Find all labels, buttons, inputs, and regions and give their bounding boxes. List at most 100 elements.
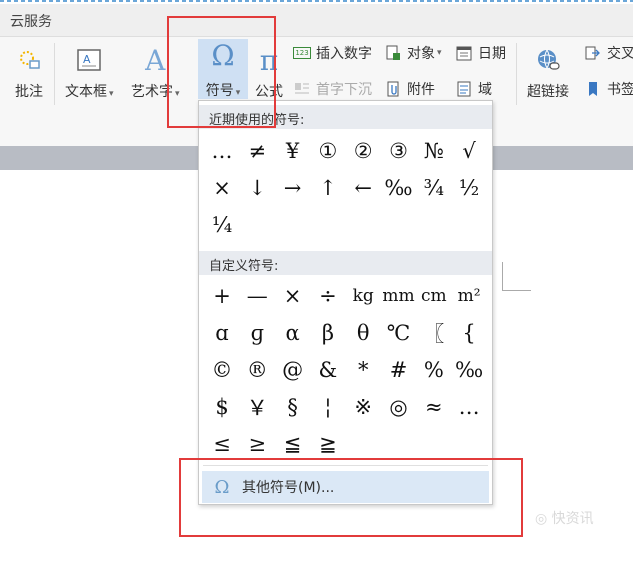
bookmark-button[interactable]: 书签 xyxy=(584,79,633,99)
symbol-cell[interactable]: @ xyxy=(276,353,310,387)
object-icon xyxy=(384,44,402,62)
symbol-cell[interactable]: α xyxy=(276,316,310,350)
symbol-cell[interactable]: → xyxy=(276,171,310,205)
comment-icon xyxy=(12,43,46,77)
symbol-cell[interactable]: ® xyxy=(240,353,274,387)
symbol-cell[interactable]: $ xyxy=(205,390,239,424)
symbol-cell[interactable]: ↓ xyxy=(240,171,274,205)
separator xyxy=(54,43,55,105)
symbol-cell[interactable]: ≠ xyxy=(240,134,274,168)
symbol-cell[interactable]: # xyxy=(382,353,416,387)
number-icon: 123 xyxy=(293,44,311,62)
number-icon-text: 123 xyxy=(293,47,311,59)
symbol-cell[interactable]: — xyxy=(240,279,274,313)
symbol-cell[interactable]: ≧ xyxy=(311,427,345,461)
symbol-cell[interactable]: ÷ xyxy=(311,279,345,313)
symbol-cell[interactable]: § xyxy=(276,390,310,424)
symbol-cell[interactable]: ¾ xyxy=(417,171,451,205)
symbol-cell[interactable]: ※ xyxy=(346,390,380,424)
title-bar: 云服务 xyxy=(0,4,633,37)
symbol-cell[interactable]: × xyxy=(205,171,239,205)
field-label: 域 xyxy=(478,82,492,98)
top-dashed-border xyxy=(0,0,633,2)
symbol-cell[interactable]: 〖 xyxy=(417,316,451,350)
symbol-cell[interactable]: ① xyxy=(311,134,345,168)
symbol-cell[interactable]: … xyxy=(452,390,486,424)
symbol-cell[interactable]: θ xyxy=(346,316,380,350)
crossref-button[interactable]: 交叉 xyxy=(584,43,633,63)
drop-cap-button[interactable]: 首字下沉 xyxy=(293,79,372,99)
symbol-cell[interactable]: ¥ xyxy=(276,134,310,168)
symbol-cell[interactable]: ② xyxy=(346,134,380,168)
symbol-cell[interactable]: √ xyxy=(452,134,486,168)
crossref-icon xyxy=(584,44,602,62)
symbol-cell[interactable]: & xyxy=(311,353,345,387)
symbol-cell[interactable]: ‰ xyxy=(382,171,416,205)
symbol-cell[interactable]: * xyxy=(346,353,380,387)
symbol-cell[interactable]: № xyxy=(417,134,451,168)
page-margin-marker xyxy=(502,262,531,291)
symbol-cell[interactable]: ℃ xyxy=(382,316,416,350)
custom-symbols-title: 自定义符号: xyxy=(209,259,279,274)
highlight-more-symbols xyxy=(179,458,523,537)
field-icon xyxy=(455,80,473,98)
symbol-cell[interactable]: ￥ xyxy=(240,390,274,424)
symbol-cell[interactable]: β xyxy=(311,316,345,350)
symbol-cell[interactable]: ≈ xyxy=(417,390,451,424)
wordart-glyph: A xyxy=(145,43,166,77)
insert-number-button[interactable]: 123 插入数字 xyxy=(293,43,372,63)
symbol-cell[interactable]: ← xyxy=(346,171,380,205)
comment-button[interactable]: 批注 xyxy=(12,43,46,101)
attachment-icon xyxy=(384,80,402,98)
globe-link-icon xyxy=(531,43,565,77)
symbol-dropdown: 近期使用的符号: … ≠ ¥ ① ② ③ № √ × ↓ → ↑ ← ‰ ¾ ½ ¼ 自定义符号: + — × ÷ kg… xyxy=(198,100,493,505)
symbol-cell[interactable]: ↑ xyxy=(311,171,345,205)
symbol-cell[interactable]: ③ xyxy=(382,134,416,168)
highlight-symbol-button xyxy=(167,16,276,128)
drop-cap-label: 首字下沉 xyxy=(316,82,372,98)
custom-symbols-header: 自定义符号: xyxy=(199,251,492,275)
insert-number-label: 插入数字 xyxy=(316,46,372,62)
field-button[interactable]: 域 xyxy=(455,79,492,99)
watermark: ◎ 快资讯 xyxy=(535,511,594,527)
cloud-service-tab[interactable]: 云服务 xyxy=(10,11,52,31)
symbol-cell[interactable]: ≤ xyxy=(205,427,239,461)
symbol-cell[interactable]: ½ xyxy=(452,171,486,205)
chevron-down-icon: ▾ xyxy=(109,89,114,99)
symbol-cell[interactable]: ¦ xyxy=(311,390,345,424)
symbol-cell[interactable]: ≦ xyxy=(276,427,310,461)
calendar-icon xyxy=(455,44,473,62)
textbox-label-wrap: 文本框 ▾ xyxy=(65,81,114,101)
attachment-label: 附件 xyxy=(407,82,435,98)
symbol-cell[interactable]: ◎ xyxy=(382,390,416,424)
symbol-cell[interactable]: kg xyxy=(346,279,380,313)
symbol-cell[interactable]: × xyxy=(276,279,310,313)
date-button[interactable]: 日期 xyxy=(455,43,506,63)
symbol-cell[interactable]: © xyxy=(205,353,239,387)
separator xyxy=(516,43,517,105)
symbol-cell[interactable]: … xyxy=(205,134,239,168)
hyperlink-button[interactable]: 超链接 xyxy=(527,43,569,101)
comment-label: 批注 xyxy=(15,84,43,100)
object-button[interactable]: 对象 ▾ xyxy=(384,43,442,63)
symbol-cell[interactable]: ¼ xyxy=(205,208,239,242)
symbol-cell[interactable]: ɡ xyxy=(240,316,274,350)
symbol-cell[interactable]: { xyxy=(452,316,486,350)
symbol-cell[interactable]: mm xyxy=(382,279,416,313)
symbol-cell[interactable]: ≥ xyxy=(240,427,274,461)
bookmark-icon xyxy=(584,80,602,98)
bookmark-label: 书签 xyxy=(607,82,633,98)
chevron-down-icon: ▾ xyxy=(437,48,442,58)
textbox-label: 文本框 xyxy=(65,84,107,100)
symbol-cell[interactable]: ɑ xyxy=(205,316,239,350)
svg-text:A: A xyxy=(83,53,91,66)
symbol-cell[interactable]: ‰ xyxy=(452,353,486,387)
symbol-cell[interactable]: cm xyxy=(417,279,451,313)
symbol-cell[interactable]: m² xyxy=(452,279,486,313)
symbol-cell[interactable]: + xyxy=(205,279,239,313)
symbol-cell[interactable]: % xyxy=(417,353,451,387)
attachment-button[interactable]: 附件 xyxy=(384,79,435,99)
textbox-button[interactable]: A 文本框 ▾ xyxy=(65,43,114,101)
object-label: 对象 xyxy=(407,46,435,62)
crossref-label: 交叉 xyxy=(607,46,633,62)
